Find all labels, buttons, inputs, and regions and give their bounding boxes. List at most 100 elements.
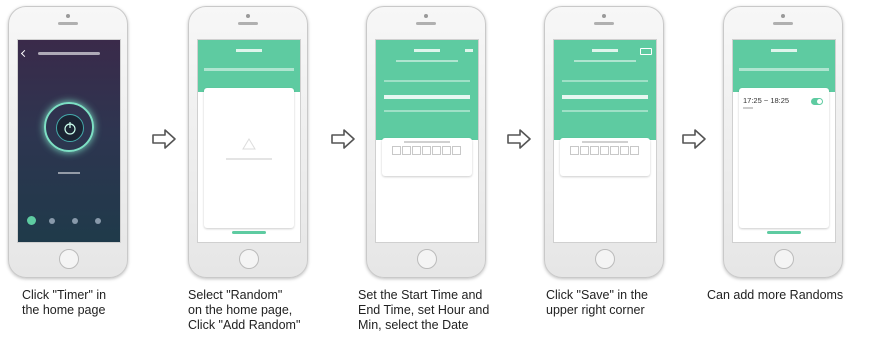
random-list-card: 17:25 ~ 18:25	[739, 88, 829, 228]
caption-line: End Time, set Hour and	[358, 303, 490, 317]
picker-row-3	[562, 110, 648, 112]
device-title-placeholder	[38, 52, 100, 55]
home-button	[774, 249, 794, 269]
phone-4	[544, 6, 664, 278]
save-button[interactable]	[640, 48, 652, 55]
date-select-card	[382, 138, 472, 176]
caption-line: Select "Random"	[188, 288, 283, 302]
day-box[interactable]	[452, 146, 461, 155]
caption-5: Can add more Randoms	[707, 288, 857, 303]
status-bar	[22, 44, 116, 47]
caption-line: Click "Timer" in	[22, 288, 107, 302]
add-random-button[interactable]	[232, 231, 266, 234]
bottom-toolbar	[18, 214, 120, 234]
home-button	[59, 249, 79, 269]
time-picker-panel	[554, 40, 656, 140]
camera-dot	[424, 14, 428, 18]
caption-1: Click "Timer" in the home page	[22, 288, 172, 318]
step-2: Select "Random" on the home page, Click …	[180, 0, 330, 345]
caption-line: Set the Start Time and	[358, 288, 483, 302]
phone-3	[366, 6, 486, 278]
header-title-placeholder	[414, 49, 440, 52]
caption-line: Click "Add Random"	[188, 318, 301, 332]
header-title-placeholder	[592, 49, 618, 52]
phone-2	[188, 6, 308, 278]
caption-line: on the home page,	[188, 303, 293, 317]
status-text-placeholder	[58, 172, 80, 174]
day-box[interactable]	[432, 146, 441, 155]
caption-line: upper right corner	[546, 303, 645, 317]
tab-icon-3[interactable]	[72, 218, 78, 224]
timer-tab-icon[interactable]	[27, 216, 36, 225]
screen-set-time	[375, 39, 479, 243]
date-select-card	[560, 138, 650, 176]
caption-4: Click "Save" in the upper right corner	[546, 288, 696, 318]
day-box[interactable]	[600, 146, 609, 155]
camera-dot	[602, 14, 606, 18]
empty-text-placeholder	[226, 158, 272, 160]
caption-3: Set the Start Time and End Time, set Hou…	[358, 288, 508, 333]
day-box[interactable]	[392, 146, 401, 155]
day-box[interactable]	[590, 146, 599, 155]
picker-row-selected[interactable]	[384, 95, 470, 99]
day-box[interactable]	[402, 146, 411, 155]
start-end-labels	[396, 60, 458, 62]
speaker-slot	[773, 22, 793, 25]
day-box[interactable]	[442, 146, 451, 155]
speaker-slot	[416, 22, 436, 25]
tab-icon-4[interactable]	[95, 218, 101, 224]
picker-row-3	[384, 110, 470, 112]
picker-row-1	[384, 80, 470, 82]
header-title-placeholder	[771, 49, 797, 52]
camera-dot	[246, 14, 250, 18]
day-box[interactable]	[580, 146, 589, 155]
save-button[interactable]	[465, 49, 473, 52]
step-1: Click "Timer" in the home page	[0, 0, 150, 345]
header-title-placeholder	[236, 49, 262, 52]
step-4: Click "Save" in the upper right corner	[536, 0, 686, 345]
back-icon[interactable]	[20, 49, 29, 58]
tab-icon-2[interactable]	[49, 218, 55, 224]
camera-dot	[781, 14, 785, 18]
time-picker-panel	[376, 40, 478, 140]
home-button	[595, 249, 615, 269]
home-button	[239, 249, 259, 269]
caption-line: Can add more Randoms	[707, 288, 844, 302]
screen-random-empty	[197, 39, 301, 243]
phone-5: 17:25 ~ 18:25	[723, 6, 843, 278]
empty-state-icon	[242, 138, 256, 150]
right-arrow-icon	[331, 129, 355, 149]
camera-dot	[66, 14, 70, 18]
picker-row-selected[interactable]	[562, 95, 648, 99]
date-label-placeholder	[404, 141, 450, 143]
header-bar	[198, 40, 300, 92]
caption-line: Click "Save" in the	[546, 288, 648, 302]
step-5: 17:25 ~ 18:25 Can add more Randoms	[707, 0, 865, 345]
power-icon[interactable]	[56, 114, 84, 142]
speaker-slot	[238, 22, 258, 25]
power-ring[interactable]	[44, 102, 94, 152]
day-box[interactable]	[422, 146, 431, 155]
speaker-slot	[594, 22, 614, 25]
screen-save	[553, 39, 657, 243]
phone-1	[8, 6, 128, 278]
tab-row-placeholder	[204, 68, 294, 71]
day-box[interactable]	[630, 146, 639, 155]
day-box[interactable]	[620, 146, 629, 155]
day-box[interactable]	[412, 146, 421, 155]
day-box[interactable]	[570, 146, 579, 155]
random-enable-toggle[interactable]	[811, 98, 823, 105]
right-arrow-icon	[507, 129, 531, 149]
caption-line: Min, select the Date	[358, 318, 469, 332]
day-box[interactable]	[610, 146, 619, 155]
add-random-button[interactable]	[767, 231, 801, 234]
header-bar	[733, 40, 835, 92]
screen-home-dark	[17, 39, 121, 243]
random-time-range[interactable]: 17:25 ~ 18:25	[743, 96, 789, 105]
empty-list-card	[204, 88, 294, 228]
tab-row-placeholder	[739, 68, 829, 71]
random-days-placeholder	[743, 107, 753, 109]
speaker-slot	[58, 22, 78, 25]
right-arrow-icon	[152, 129, 176, 149]
screen-random-list: 17:25 ~ 18:25	[732, 39, 836, 243]
